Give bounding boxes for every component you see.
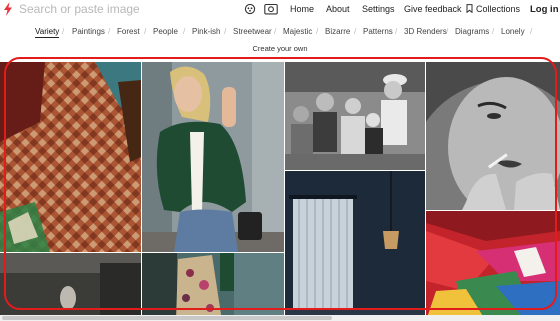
category-separator: / (395, 27, 398, 36)
nav-settings-link[interactable]: Settings (362, 4, 395, 14)
nav-collections-label: Collections (476, 4, 521, 14)
nav-collections-link[interactable]: Collections (466, 4, 520, 14)
red-abstract-image (426, 211, 560, 321)
category-tab-streetwear[interactable]: Streetwear (233, 27, 272, 36)
category-tab-lonely[interactable]: Lonely (501, 27, 525, 36)
category-separator: / (108, 27, 111, 36)
gallery-image-dark-scene[interactable] (0, 253, 141, 321)
gallery-image-children-bw[interactable] (285, 62, 425, 170)
category-tab-variety[interactable]: Variety (35, 27, 60, 38)
category-tab-majestic[interactable]: Majestic (283, 27, 312, 36)
gallery-image-smoking-portrait[interactable] (426, 62, 560, 210)
tiled-floor-image (0, 62, 141, 252)
category-tab-bizarre[interactable]: Bizarre (325, 27, 350, 36)
category-separator: / (62, 27, 65, 36)
category-tab-patterns[interactable]: Patterns (363, 27, 393, 36)
category-tab-paintings[interactable]: Paintings (72, 27, 105, 36)
dark-scene-image (0, 253, 141, 321)
category-separator: / (274, 27, 277, 36)
nav-about-link[interactable]: About (326, 4, 350, 14)
category-separator: / (354, 27, 357, 36)
gallery-image-woman-green-blazer[interactable] (142, 62, 284, 252)
camera-icon[interactable] (264, 3, 278, 15)
category-tabs: Variety / Paintings / Forest / People / … (0, 24, 560, 40)
logo-icon[interactable] (3, 2, 13, 16)
image-gallery (0, 62, 560, 321)
category-tab-forest[interactable]: Forest (117, 27, 140, 36)
gallery-image-curtain-interior[interactable] (285, 171, 425, 321)
children-bw-image (285, 62, 425, 170)
gallery-image-floral-skirt[interactable] (142, 253, 284, 321)
gallery-image-tiled-floor[interactable] (0, 62, 141, 252)
category-tab-3d-renders[interactable]: 3D Renders (404, 27, 447, 36)
top-bar: Home About Settings Give feedback Collec… (0, 0, 560, 19)
category-tab-people[interactable]: People (153, 27, 178, 36)
gallery-image-red-abstract[interactable] (426, 211, 560, 321)
smoking-portrait-image (426, 62, 560, 210)
color-search-icon[interactable] (244, 3, 256, 15)
bookmark-icon (466, 4, 473, 13)
horizontal-scrollbar[interactable] (0, 315, 560, 321)
category-separator: / (224, 27, 227, 36)
category-separator: / (492, 27, 495, 36)
nav-home-link[interactable]: Home (290, 4, 314, 14)
search-input[interactable] (19, 1, 219, 17)
category-separator: / (144, 27, 147, 36)
category-separator: / (446, 27, 449, 36)
scrollbar-thumb[interactable] (2, 316, 332, 320)
category-tab-pink-ish[interactable]: Pink-ish (192, 27, 220, 36)
woman-green-blazer-image (142, 62, 284, 252)
category-tab-diagrams[interactable]: Diagrams (455, 27, 489, 36)
curtain-interior-image (285, 171, 425, 321)
category-separator: / (530, 27, 533, 36)
nav-feedback-link[interactable]: Give feedback (404, 4, 462, 14)
create-your-own-link[interactable]: Create your own (0, 44, 560, 53)
floral-skirt-image (142, 253, 284, 321)
category-separator: / (316, 27, 319, 36)
login-link[interactable]: Log in (530, 4, 559, 15)
category-separator: / (183, 27, 186, 36)
